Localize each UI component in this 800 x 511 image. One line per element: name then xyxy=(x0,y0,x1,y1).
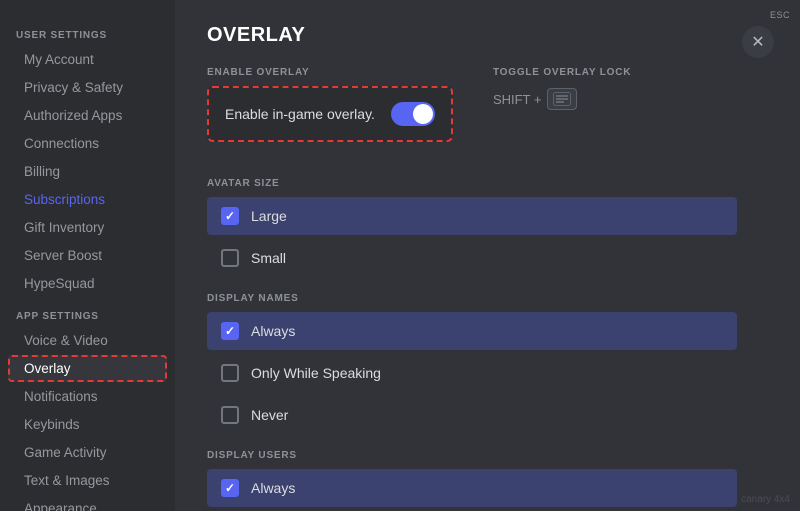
close-button[interactable]: ✕ xyxy=(742,26,774,58)
sidebar-item-label: HypeSquad xyxy=(24,276,95,291)
checkbox-names-never[interactable] xyxy=(221,406,239,424)
names-never-label: Never xyxy=(251,407,288,423)
sidebar-item-label: Game Activity xyxy=(24,445,107,460)
users-always-label: Always xyxy=(251,480,295,496)
sidebar-item-label: My Account xyxy=(24,52,94,67)
user-settings-label: USER SETTINGS xyxy=(0,24,175,45)
close-area: ✕ ESC xyxy=(770,10,790,20)
keybind-box: SHIFT + xyxy=(493,88,631,110)
toggle-lock-label: TOGGLE OVERLAY LOCK xyxy=(493,67,631,78)
avatar-small-label: Small xyxy=(251,250,286,266)
enable-overlay-box: Enable in-game overlay. xyxy=(207,86,453,142)
enable-overlay-label: ENABLE OVERLAY xyxy=(207,67,453,78)
sidebar-item-label: Overlay xyxy=(24,361,71,376)
checkbox-names-speaking[interactable] xyxy=(221,364,239,382)
close-icon: ✕ xyxy=(751,32,764,52)
sidebar-item-label: Authorized Apps xyxy=(24,108,122,123)
main-content: OVERLAY ENABLE OVERLAY Enable in-game ov… xyxy=(175,0,800,511)
sidebar-item-label: Server Boost xyxy=(24,248,102,263)
display-names-section: DISPLAY NAMES Always Only While Speaking… xyxy=(207,293,768,434)
display-users-section: DISPLAY USERS Always Only While Speaking xyxy=(207,450,768,511)
enable-overlay-text: Enable in-game overlay. xyxy=(225,106,375,122)
sidebar: USER SETTINGS My Account Privacy & Safet… xyxy=(0,0,175,511)
enable-overlay-toggle[interactable] xyxy=(391,102,435,126)
avatar-size-section: AVATAR SIZE Large Small xyxy=(207,178,768,277)
sidebar-item-notifications[interactable]: Notifications xyxy=(8,383,167,410)
sidebar-item-text-images[interactable]: Text & Images xyxy=(8,467,167,494)
watermark: canary 4x4 xyxy=(741,494,790,505)
display-users-always[interactable]: Always xyxy=(207,469,737,507)
display-users-label: DISPLAY USERS xyxy=(207,450,768,461)
checkbox-names-always[interactable] xyxy=(221,322,239,340)
sidebar-item-voice-video[interactable]: Voice & Video xyxy=(8,327,167,354)
sidebar-item-appearance[interactable]: Appearance xyxy=(8,495,167,511)
sidebar-item-label: Billing xyxy=(24,164,60,179)
sidebar-item-subscriptions[interactable]: Subscriptions xyxy=(8,186,167,213)
sidebar-item-label: Appearance xyxy=(24,501,97,511)
sidebar-item-label: Privacy & Safety xyxy=(24,80,123,95)
checkbox-large[interactable] xyxy=(221,207,239,225)
sidebar-item-label: Text & Images xyxy=(24,473,110,488)
sidebar-item-privacy-safety[interactable]: Privacy & Safety xyxy=(8,74,167,101)
avatar-size-label: AVATAR SIZE xyxy=(207,178,768,189)
checkbox-small[interactable] xyxy=(221,249,239,267)
sidebar-item-label: Gift Inventory xyxy=(24,220,104,235)
names-always-label: Always xyxy=(251,323,295,339)
display-names-never[interactable]: Never xyxy=(207,396,737,434)
avatar-option-large[interactable]: Large xyxy=(207,197,737,235)
sidebar-item-label: Voice & Video xyxy=(24,333,108,348)
sidebar-item-my-account[interactable]: My Account xyxy=(8,46,167,73)
sidebar-item-label: Subscriptions xyxy=(24,192,105,207)
sidebar-item-billing[interactable]: Billing xyxy=(8,158,167,185)
checkbox-users-always[interactable] xyxy=(221,479,239,497)
avatar-option-small[interactable]: Small xyxy=(207,239,737,277)
sidebar-item-game-activity[interactable]: Game Activity xyxy=(8,439,167,466)
app-settings-label: APP SETTINGS xyxy=(0,305,175,326)
sidebar-item-label: Keybinds xyxy=(24,417,80,432)
display-names-label: DISPLAY NAMES xyxy=(207,293,768,304)
keybind-prefix: SHIFT + xyxy=(493,92,542,107)
names-speaking-label: Only While Speaking xyxy=(251,365,381,381)
page-title: OVERLAY xyxy=(207,24,768,47)
keybind-key-icon[interactable] xyxy=(547,88,577,110)
sidebar-item-authorized-apps[interactable]: Authorized Apps xyxy=(8,102,167,129)
sidebar-item-keybinds[interactable]: Keybinds xyxy=(8,411,167,438)
sidebar-item-gift-inventory[interactable]: Gift Inventory xyxy=(8,214,167,241)
display-names-speaking[interactable]: Only While Speaking xyxy=(207,354,737,392)
sidebar-item-connections[interactable]: Connections xyxy=(8,130,167,157)
sidebar-item-server-boost[interactable]: Server Boost xyxy=(8,242,167,269)
close-esc-label: ESC xyxy=(770,10,790,20)
sidebar-item-label: Connections xyxy=(24,136,99,151)
sidebar-item-label: Notifications xyxy=(24,389,98,404)
display-names-always[interactable]: Always xyxy=(207,312,737,350)
sidebar-item-overlay[interactable]: Overlay xyxy=(8,355,167,382)
avatar-large-label: Large xyxy=(251,208,287,224)
sidebar-item-hypesquad[interactable]: HypeSquad xyxy=(8,270,167,297)
